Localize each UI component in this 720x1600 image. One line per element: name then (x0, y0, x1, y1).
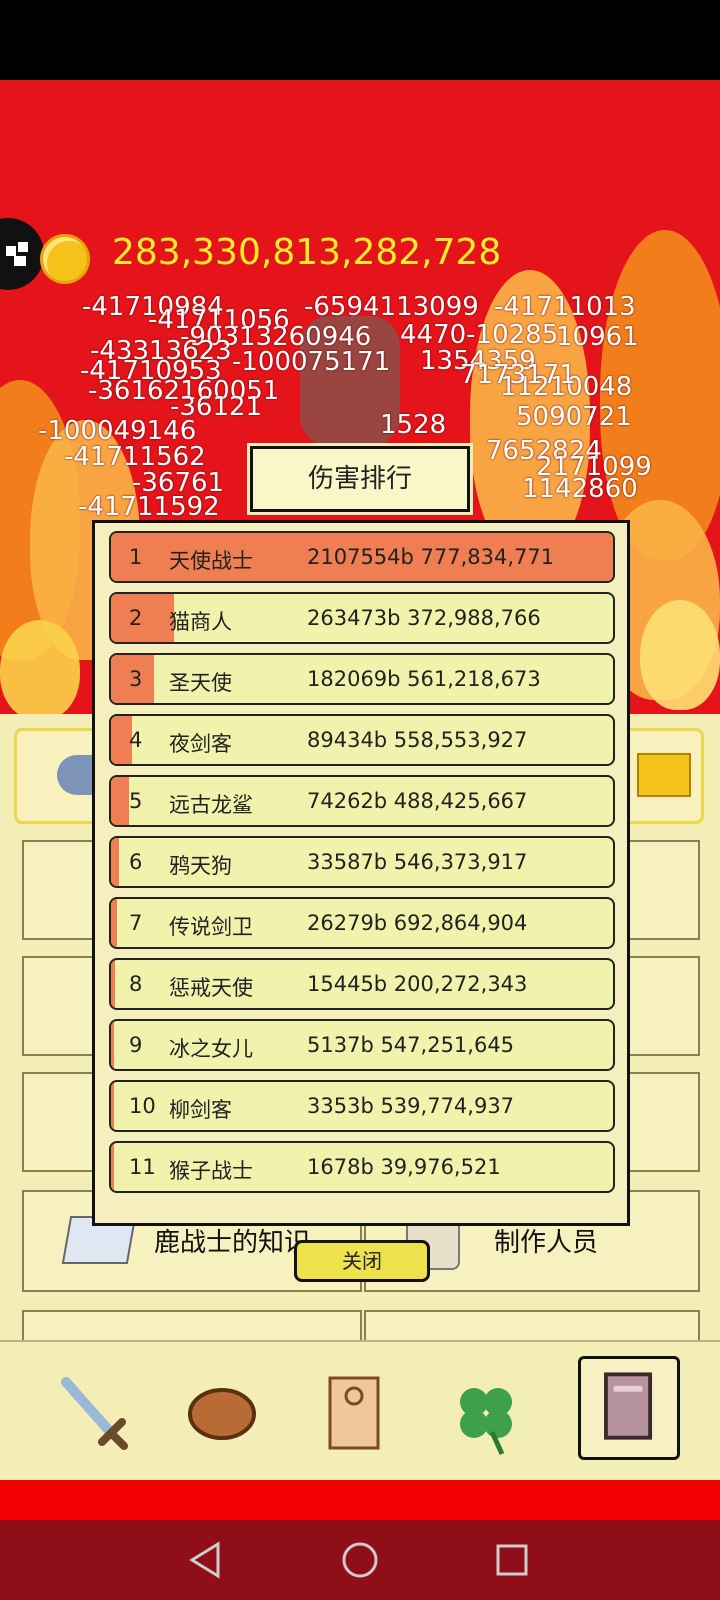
menu-cell[interactable] (620, 840, 700, 940)
back-icon[interactable] (188, 1540, 224, 1580)
recents-icon[interactable] (494, 1542, 530, 1578)
scroll-icon (328, 1376, 380, 1450)
damage-score: 5137b 547,251,645 (307, 1033, 515, 1057)
ranking-row: 8 惩戒天使 15445b 200,272,343 (109, 958, 615, 1010)
hero-name: 传说剑卫 (169, 915, 253, 939)
rank-number: 5 (129, 789, 143, 813)
rank-number: 1 (129, 545, 143, 569)
damage-score: 74262b 488,425,667 (307, 789, 528, 813)
hero-name: 冰之女儿 (169, 1037, 253, 1061)
damage-number: -41711592 (78, 492, 220, 522)
damage-share-bar (111, 1082, 114, 1130)
cheese-icon (637, 753, 691, 797)
menu-cell[interactable] (620, 956, 700, 1056)
damage-share-bar (111, 899, 118, 947)
share-icon (6, 242, 28, 266)
damage-number: 10961 (556, 322, 639, 352)
coin-icon (40, 234, 90, 284)
book-icon (604, 1372, 653, 1440)
damage-score: 263473b 372,988,766 (307, 606, 541, 630)
damage-score: 1678b 39,976,521 (307, 1155, 501, 1179)
menu-cell[interactable] (620, 1072, 700, 1172)
ranking-row: 10 柳剑客 3353b 539,774,937 (109, 1080, 615, 1132)
damage-score: 26279b 692,864,904 (307, 911, 528, 935)
ranking-row: 6 鸦天狗 33587b 546,373,917 (109, 836, 615, 888)
rank-number: 3 (129, 667, 143, 691)
damage-share-bar (111, 777, 129, 825)
damage-number: 1528 (380, 410, 447, 440)
nav-scroll[interactable] (304, 1362, 404, 1462)
nav-sword[interactable] (40, 1362, 140, 1462)
hero-name: 夜剑客 (169, 732, 232, 756)
damage-score: 182069b 561,218,673 (307, 667, 541, 691)
ranking-row: 1 天使战士 2107554b 777,834,771 (109, 531, 615, 583)
hero-name: 鸦天狗 (169, 854, 232, 878)
credits-label: 制作人员 (494, 1228, 599, 1258)
flame-decoration (640, 600, 720, 710)
hero-name: 柳剑客 (169, 1098, 232, 1122)
damage-number: -100075171 (232, 347, 391, 377)
modal-title: 伤害排行 (247, 443, 473, 515)
status-bar (0, 0, 720, 80)
damage-number: 5090721 (516, 402, 632, 432)
hero-name: 远古龙鲨 (169, 793, 253, 817)
rank-number: 7 (129, 911, 143, 935)
hero-name: 天使战士 (169, 549, 253, 573)
clover-icon (460, 1388, 512, 1456)
gold-counter: 283,330,813,282,728 (112, 232, 502, 273)
damage-share-bar (111, 838, 120, 886)
bread-icon (188, 1388, 256, 1440)
damage-score: 3353b 539,774,937 (307, 1094, 515, 1118)
damage-number: -6594113099 (304, 292, 479, 322)
damage-score: 15445b 200,272,343 (307, 972, 528, 996)
ranking-row: 3 圣天使 182069b 561,218,673 (109, 653, 615, 705)
damage-share-bar (111, 960, 115, 1008)
hero-name: 猫商人 (169, 610, 232, 634)
bottom-red-strip (0, 1480, 720, 1520)
nav-book[interactable] (578, 1356, 680, 1460)
rank-number: 4 (129, 728, 143, 752)
damage-number: 7173171 (460, 360, 576, 390)
hero-name: 猴子战士 (169, 1159, 253, 1183)
hero-name: 圣天使 (169, 671, 232, 695)
damage-share-bar (111, 594, 174, 642)
damage-share-bar (111, 1143, 114, 1191)
damage-score: 2107554b 777,834,771 (307, 545, 555, 569)
side-menu-tab[interactable] (0, 218, 44, 290)
damage-number: 1142860 (522, 474, 638, 504)
damage-number: -41711013 (494, 292, 636, 322)
hero-name: 惩戒天使 (169, 976, 253, 1000)
nav-clover[interactable] (436, 1362, 536, 1462)
rank-number: 11 (129, 1155, 156, 1179)
damage-score: 89434b 558,553,927 (307, 728, 528, 752)
ranking-row: 5 远古龙鲨 74262b 488,425,667 (109, 775, 615, 827)
ranking-row: 7 传说剑卫 26279b 692,864,904 (109, 897, 615, 949)
system-nav-bar (0, 1520, 720, 1600)
damage-ranking-modal: 1 天使战士 2107554b 777,834,771 2 猫商人 263473b 372… (92, 520, 630, 1226)
knowledge-label: 鹿战士的知识 (154, 1228, 311, 1258)
rank-number: 9 (129, 1033, 143, 1057)
rank-number: 8 (129, 972, 143, 996)
rank-number: 10 (129, 1094, 156, 1118)
nav-bread[interactable] (172, 1362, 272, 1462)
damage-share-bar (111, 1021, 114, 1069)
home-icon[interactable] (340, 1540, 380, 1580)
ranking-row: 2 猫商人 263473b 372,988,766 (109, 592, 615, 644)
rank-number: 2 (129, 606, 143, 630)
ranking-row: 9 冰之女儿 5137b 547,251,645 (109, 1019, 615, 1071)
ranking-row: 4 夜剑客 89434b 558,553,927 (109, 714, 615, 766)
rank-number: 6 (129, 850, 143, 874)
ranking-row: 11 猴子战士 1678b 39,976,521 (109, 1141, 615, 1193)
sword-icon (61, 1377, 128, 1450)
flame-decoration (0, 620, 80, 720)
close-button[interactable]: 关闭 (294, 1240, 430, 1282)
damage-score: 33587b 546,373,917 (307, 850, 528, 874)
